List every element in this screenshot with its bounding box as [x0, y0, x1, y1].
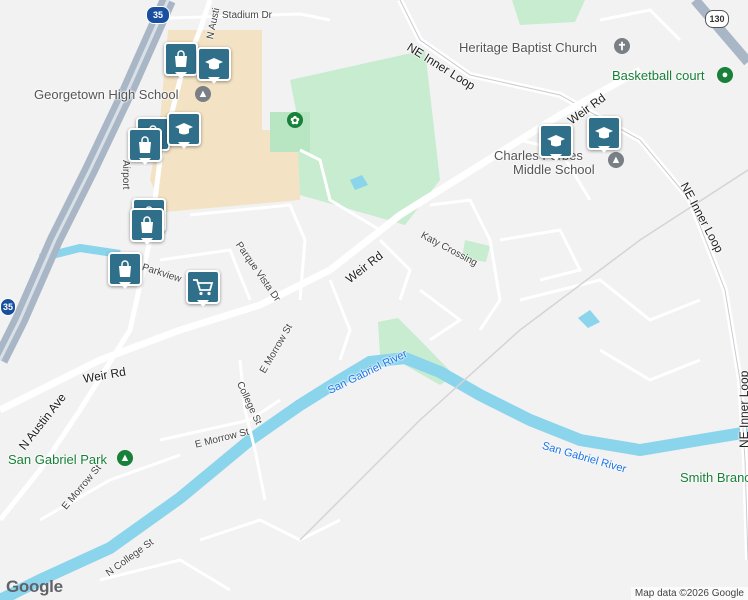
marker-grocery[interactable]: [186, 270, 220, 307]
church-icon[interactable]: ✝: [614, 38, 630, 54]
marker-school[interactable]: [539, 124, 573, 161]
pond-2: [578, 310, 600, 328]
place-heritage-baptist-church[interactable]: Heritage Baptist Church: [459, 40, 597, 55]
park-area-top: [512, 0, 585, 25]
route-130-shield: 130: [705, 10, 729, 28]
school-icon[interactable]: ▲: [195, 86, 211, 102]
marker-school[interactable]: [197, 47, 231, 84]
place-georgetown-high-school[interactable]: Georgetown High School: [34, 87, 179, 102]
road-label-airport: Airport: [120, 160, 131, 190]
marker-school[interactable]: [587, 116, 621, 153]
interstate-35-median: [0, 0, 170, 361]
shopping-bag-icon: [119, 260, 131, 277]
attraction-icon[interactable]: ✿: [287, 112, 303, 128]
place-san-gabriel-park[interactable]: San Gabriel Park: [8, 452, 107, 467]
google-logo[interactable]: Google: [6, 577, 63, 597]
park-area-north: [290, 50, 440, 225]
marker-school[interactable]: [167, 112, 201, 149]
marker-shopping[interactable]: [164, 42, 198, 79]
road-label-stadium-dr: Stadium Dr: [222, 10, 273, 21]
graduation-cap-icon: [205, 58, 223, 70]
shopping-bag-icon: [139, 136, 151, 153]
shopping-bag-icon: [141, 216, 153, 233]
place-middle-school[interactable]: Middle School: [513, 162, 595, 177]
shopping-cart-icon: [193, 279, 214, 296]
graduation-cap-icon: [595, 127, 613, 139]
basketball-icon[interactable]: ●: [717, 67, 733, 83]
marker-shopping[interactable]: [128, 128, 162, 165]
map-data-credit[interactable]: Map data ©2026 Google: [635, 588, 744, 599]
graduation-cap-icon: [175, 123, 193, 135]
marker-shopping[interactable]: [130, 208, 164, 245]
marker-shopping[interactable]: [108, 252, 142, 289]
shopping-bag-icon: [175, 50, 187, 67]
interstate-35-shield-lower: 35: [0, 298, 16, 316]
interstate-35-shield: 35: [146, 6, 170, 24]
graduation-cap-icon: [547, 135, 565, 147]
park-tree-icon[interactable]: ▲: [117, 450, 133, 466]
place-basketball-court[interactable]: Basketball court: [612, 68, 705, 83]
place-smith-branch[interactable]: Smith Branc: [680, 470, 748, 485]
map-attribution: Map data ©2026 Google: [630, 587, 748, 600]
road-label-ne-inner-loop-3: NE Inner Loop: [737, 370, 748, 448]
school-icon[interactable]: ▲: [608, 152, 624, 168]
